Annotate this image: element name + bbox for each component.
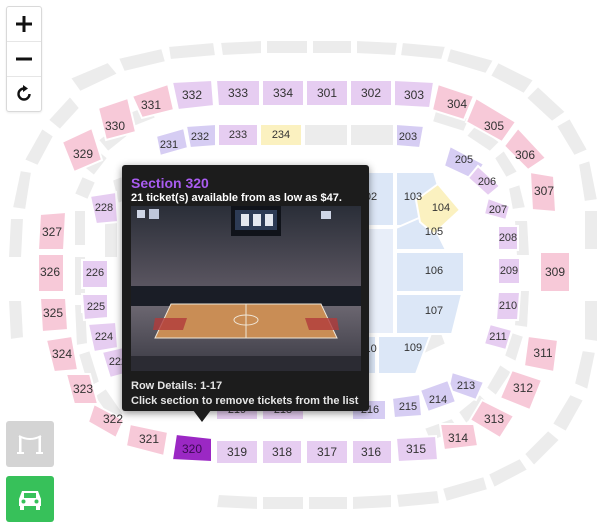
label-211: 211: [489, 331, 507, 343]
label-312: 312: [513, 381, 533, 395]
label-301: 301: [317, 86, 337, 100]
label-306: 306: [515, 148, 535, 162]
parking-button[interactable]: [6, 476, 54, 522]
label-206: 206: [478, 176, 496, 188]
zoom-in-button[interactable]: [7, 7, 41, 41]
label-304: 304: [447, 97, 467, 111]
label-313: 313: [484, 412, 504, 426]
label-109: 109: [404, 342, 422, 354]
refresh-icon: [17, 85, 31, 101]
label-105: 105: [425, 226, 443, 238]
popup-availability: 21 ticket(s) available from as low as $4…: [131, 192, 342, 204]
label-325: 325: [43, 306, 63, 320]
label-334: 334: [273, 86, 293, 100]
section-view-photo: [131, 206, 361, 371]
label-205: 205: [455, 154, 473, 166]
popup-hint: Click section to remove tickets from the…: [131, 395, 359, 407]
label-324: 324: [52, 347, 72, 361]
minus-icon: [16, 57, 32, 61]
zoom-controls: [6, 6, 42, 112]
popup-title: Section 320: [131, 175, 209, 191]
label-329: 329: [73, 147, 93, 161]
label-207: 207: [489, 204, 507, 216]
label-330: 330: [105, 119, 125, 133]
label-208: 208: [499, 232, 517, 244]
label-209: 209: [500, 265, 518, 277]
label-103: 103: [404, 191, 422, 203]
label-302: 302: [361, 86, 381, 100]
section-info-popup: Section 320 21 ticket(s) available from …: [122, 165, 369, 411]
popup-row-details: Row Details: 1-17: [131, 380, 223, 392]
label-107: 107: [425, 305, 443, 317]
label-307: 307: [534, 184, 554, 198]
label-203: 203: [399, 131, 417, 143]
venue-map-stage: 331 332 333 334 301 302 303 304 305 306 …: [0, 0, 599, 531]
label-210: 210: [499, 300, 517, 312]
label-305: 305: [484, 119, 504, 133]
label-213: 213: [457, 380, 475, 392]
label-322: 322: [103, 412, 123, 426]
label-232: 232: [191, 131, 209, 143]
label-228: 228: [95, 202, 113, 214]
seat-view-toggle-button[interactable]: [6, 421, 54, 467]
label-231: 231: [160, 139, 178, 151]
zoom-out-button[interactable]: [7, 41, 41, 76]
label-332: 332: [182, 88, 202, 102]
label-320: 320: [182, 442, 202, 456]
label-215: 215: [399, 401, 417, 413]
label-317: 317: [317, 445, 337, 459]
label-214: 214: [429, 394, 447, 406]
label-303: 303: [404, 88, 424, 102]
label-326: 326: [40, 265, 60, 279]
popup-arrow: [193, 410, 211, 422]
label-315: 315: [406, 442, 426, 456]
label-309: 309: [545, 265, 565, 279]
car-icon: [19, 491, 41, 510]
label-321: 321: [139, 432, 159, 446]
label-318: 318: [272, 445, 292, 459]
label-311: 311: [533, 346, 552, 360]
label-323: 323: [73, 382, 93, 396]
label-234: 234: [272, 129, 290, 141]
plus-icon: [16, 16, 32, 32]
label-233: 233: [229, 129, 247, 141]
label-331: 331: [141, 98, 161, 112]
label-226: 226: [86, 267, 104, 279]
label-224: 224: [95, 331, 113, 343]
label-327: 327: [42, 225, 62, 239]
label-333: 333: [228, 86, 248, 100]
seat-view-icon: [17, 435, 43, 454]
reset-view-button[interactable]: [7, 76, 41, 111]
label-104: 104: [432, 202, 450, 214]
label-316: 316: [361, 445, 381, 459]
label-314: 314: [448, 431, 468, 445]
label-319: 319: [227, 445, 247, 459]
label-106: 106: [425, 265, 443, 277]
label-225: 225: [87, 301, 105, 313]
